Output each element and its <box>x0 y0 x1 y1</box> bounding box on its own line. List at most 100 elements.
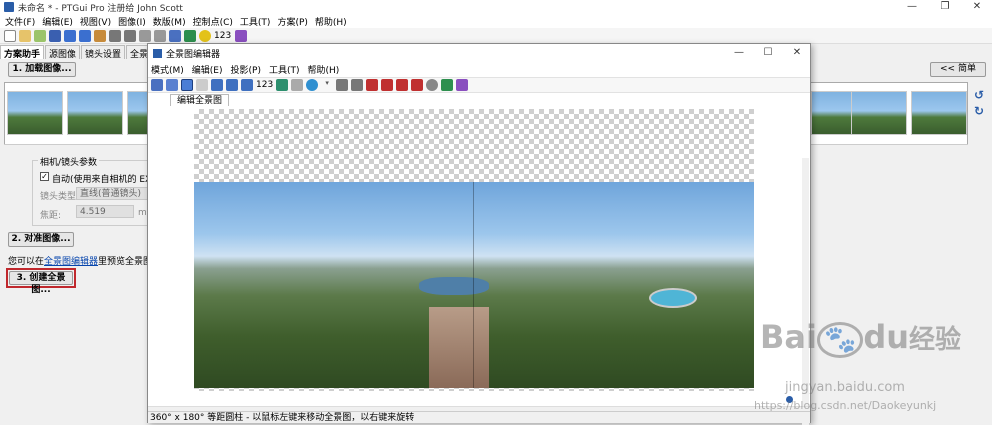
panorama-editor-link[interactable]: 全景图编辑器 <box>44 257 98 267</box>
grid-icon[interactable] <box>211 79 223 91</box>
source-thumbnail[interactable] <box>851 91 907 135</box>
menu-tools[interactable]: 工具(T) <box>240 15 271 28</box>
watermark-brand2: du <box>863 318 910 356</box>
tab-edit-panorama[interactable]: 编辑全景图 <box>170 94 230 106</box>
table-icon[interactable] <box>184 29 196 42</box>
editor-menu-bar: 模式(M) 编辑(E) 投影(P) 工具(T) 帮助(H) <box>148 63 810 76</box>
zoom-out-icon[interactable] <box>124 29 136 42</box>
editor-menu-projection[interactable]: 投影(P) <box>231 63 261 76</box>
panorama-preview-image[interactable] <box>194 182 754 388</box>
create-panorama-button[interactable]: 3. 创建全景图... <box>9 271 73 295</box>
eye-icon[interactable] <box>351 79 364 91</box>
window-icon[interactable] <box>441 79 454 91</box>
editor-title-bar: 全景图编辑器 <box>148 44 810 62</box>
ptgui-app-icon <box>4 2 14 12</box>
batch-icon[interactable] <box>235 29 248 42</box>
menu-mask[interactable]: 数版(M) <box>153 15 186 28</box>
lake-shape <box>419 277 489 295</box>
straighten-icon[interactable] <box>241 79 253 91</box>
focal-length-input[interactable]: 4.519 <box>76 205 134 218</box>
camera-group-title: 相机/镜头参数 <box>38 155 100 168</box>
image-number-icon[interactable] <box>366 79 379 91</box>
fit-icon[interactable] <box>276 79 289 91</box>
editor-minimize-button[interactable]: — <box>724 46 754 62</box>
editor-maximize-button[interactable]: ☐ <box>753 46 783 62</box>
editor-toolbar: 123 ▾ <box>148 77 810 93</box>
redo-icon[interactable] <box>79 29 91 42</box>
save-icon[interactable] <box>49 29 61 42</box>
tab-lens-settings[interactable]: 镜头设置 <box>81 45 126 60</box>
layers-icon[interactable] <box>166 79 178 91</box>
center-icon[interactable] <box>226 79 238 91</box>
watermark-url: https://blog.csdn.net/Daokeyunkj <box>754 399 937 412</box>
editor-menu-tools[interactable]: 工具(T) <box>269 63 300 76</box>
editor-menu-mode[interactable]: 模式(M) <box>151 63 184 76</box>
lightbulb-icon[interactable] <box>199 29 211 42</box>
road-shape <box>429 307 489 388</box>
lens-type-label: 镜头类型: <box>40 192 80 202</box>
overlap-icon[interactable] <box>181 79 193 91</box>
baidu-watermark-logo: Bai 🐾 du经验 <box>760 318 962 358</box>
edit-mode-icon[interactable] <box>151 79 163 91</box>
zoom-icon[interactable] <box>336 79 349 91</box>
tab-project-assistant[interactable]: 方案助手 <box>0 45 45 60</box>
hint-prefix: 您可以在 <box>8 257 45 267</box>
menu-file[interactable]: 文件(F) <box>5 15 35 28</box>
panorama-editor-window: 全景图编辑器 — ☐ ✕ 模式(M) 编辑(E) 投影(P) 工具(T) 帮助(… <box>147 43 812 425</box>
source-thumbnail[interactable] <box>67 91 123 135</box>
main-toolbar: 123 <box>0 28 992 44</box>
source-thumbnail[interactable] <box>7 91 63 135</box>
lens-type-select[interactable]: 直线(普通镜头) <box>76 187 148 200</box>
menu-project[interactable]: 方案(P) <box>277 15 307 28</box>
zoom-in-icon[interactable] <box>109 29 121 42</box>
pool-shape <box>649 288 697 308</box>
editor-close-button[interactable]: ✕ <box>782 46 812 62</box>
minimize-button[interactable]: — <box>897 0 927 14</box>
editor-numeric-label[interactable]: 123 <box>256 80 273 90</box>
cylinder-icon[interactable] <box>291 79 304 91</box>
align-images-button[interactable]: 2. 对准图像... <box>8 232 74 247</box>
align-icon[interactable] <box>94 29 106 42</box>
panorama-canvas[interactable] <box>148 106 810 425</box>
menu-help[interactable]: 帮助(H) <box>315 15 347 28</box>
panorama-editor-icon[interactable] <box>169 29 181 42</box>
watermark-site: jingyan.baidu.com <box>785 380 905 395</box>
numeric-transform-label[interactable]: 123 <box>214 31 231 41</box>
menu-control-points[interactable]: 控制点(C) <box>193 15 233 28</box>
maximize-button[interactable]: ❐ <box>930 0 960 14</box>
auto-exif-checkbox[interactable]: ✓ <box>40 172 49 181</box>
load-images-button[interactable]: 1. 加载图像... <box>8 62 76 77</box>
rotate-left-icon[interactable]: ↺ <box>974 88 984 102</box>
blend-left-icon[interactable] <box>381 79 394 91</box>
previous-icon[interactable] <box>139 29 151 42</box>
window-title: 未命名 * - PTGui Pro 注册给 John Scott <box>18 3 183 14</box>
undo-icon[interactable] <box>64 29 76 42</box>
blend-right-icon[interactable] <box>396 79 409 91</box>
watermark-brand3: 经验 <box>909 325 962 355</box>
next-icon[interactable] <box>154 29 166 42</box>
simple-mode-button[interactable]: << 简单 <box>930 62 986 77</box>
numbers-icon[interactable] <box>426 79 439 91</box>
batch-icon[interactable] <box>456 79 469 91</box>
rotate-right-icon[interactable]: ↻ <box>974 104 984 118</box>
menu-edit[interactable]: 编辑(E) <box>42 15 73 28</box>
editor-status-bar: 360° x 180° 等距圆柱 - 以鼠标左键来移动全景图，以右键来旋转 <box>148 411 810 423</box>
new-file-icon[interactable] <box>4 29 16 42</box>
editor-title: 全景图编辑器 <box>166 49 221 60</box>
mask-icon[interactable] <box>411 79 424 91</box>
editor-menu-help[interactable]: 帮助(H) <box>308 63 340 76</box>
open-folder-icon[interactable] <box>19 29 31 42</box>
main-menu-bar: 文件(F) 编辑(E) 视图(V) 图像(I) 数版(M) 控制点(C) 工具(… <box>0 14 992 28</box>
ptgui-main-window: 未命名 * - PTGui Pro 注册给 John Scott — ❐ ✕ 文… <box>0 0 992 425</box>
add-images-icon[interactable] <box>34 29 46 42</box>
tab-source-images[interactable]: 源图像 <box>45 45 81 60</box>
dropdown-arrow-icon[interactable]: ▾ <box>321 79 334 91</box>
source-thumbnail[interactable] <box>911 91 967 135</box>
menu-view[interactable]: 视图(V) <box>80 15 111 28</box>
close-button[interactable]: ✕ <box>962 0 992 14</box>
center-seam-line <box>473 182 474 388</box>
menu-images[interactable]: 图像(I) <box>118 15 146 28</box>
editor-menu-edit[interactable]: 编辑(E) <box>192 63 223 76</box>
crosshair-icon[interactable] <box>196 79 208 91</box>
sphere-projection-icon[interactable] <box>306 79 319 91</box>
